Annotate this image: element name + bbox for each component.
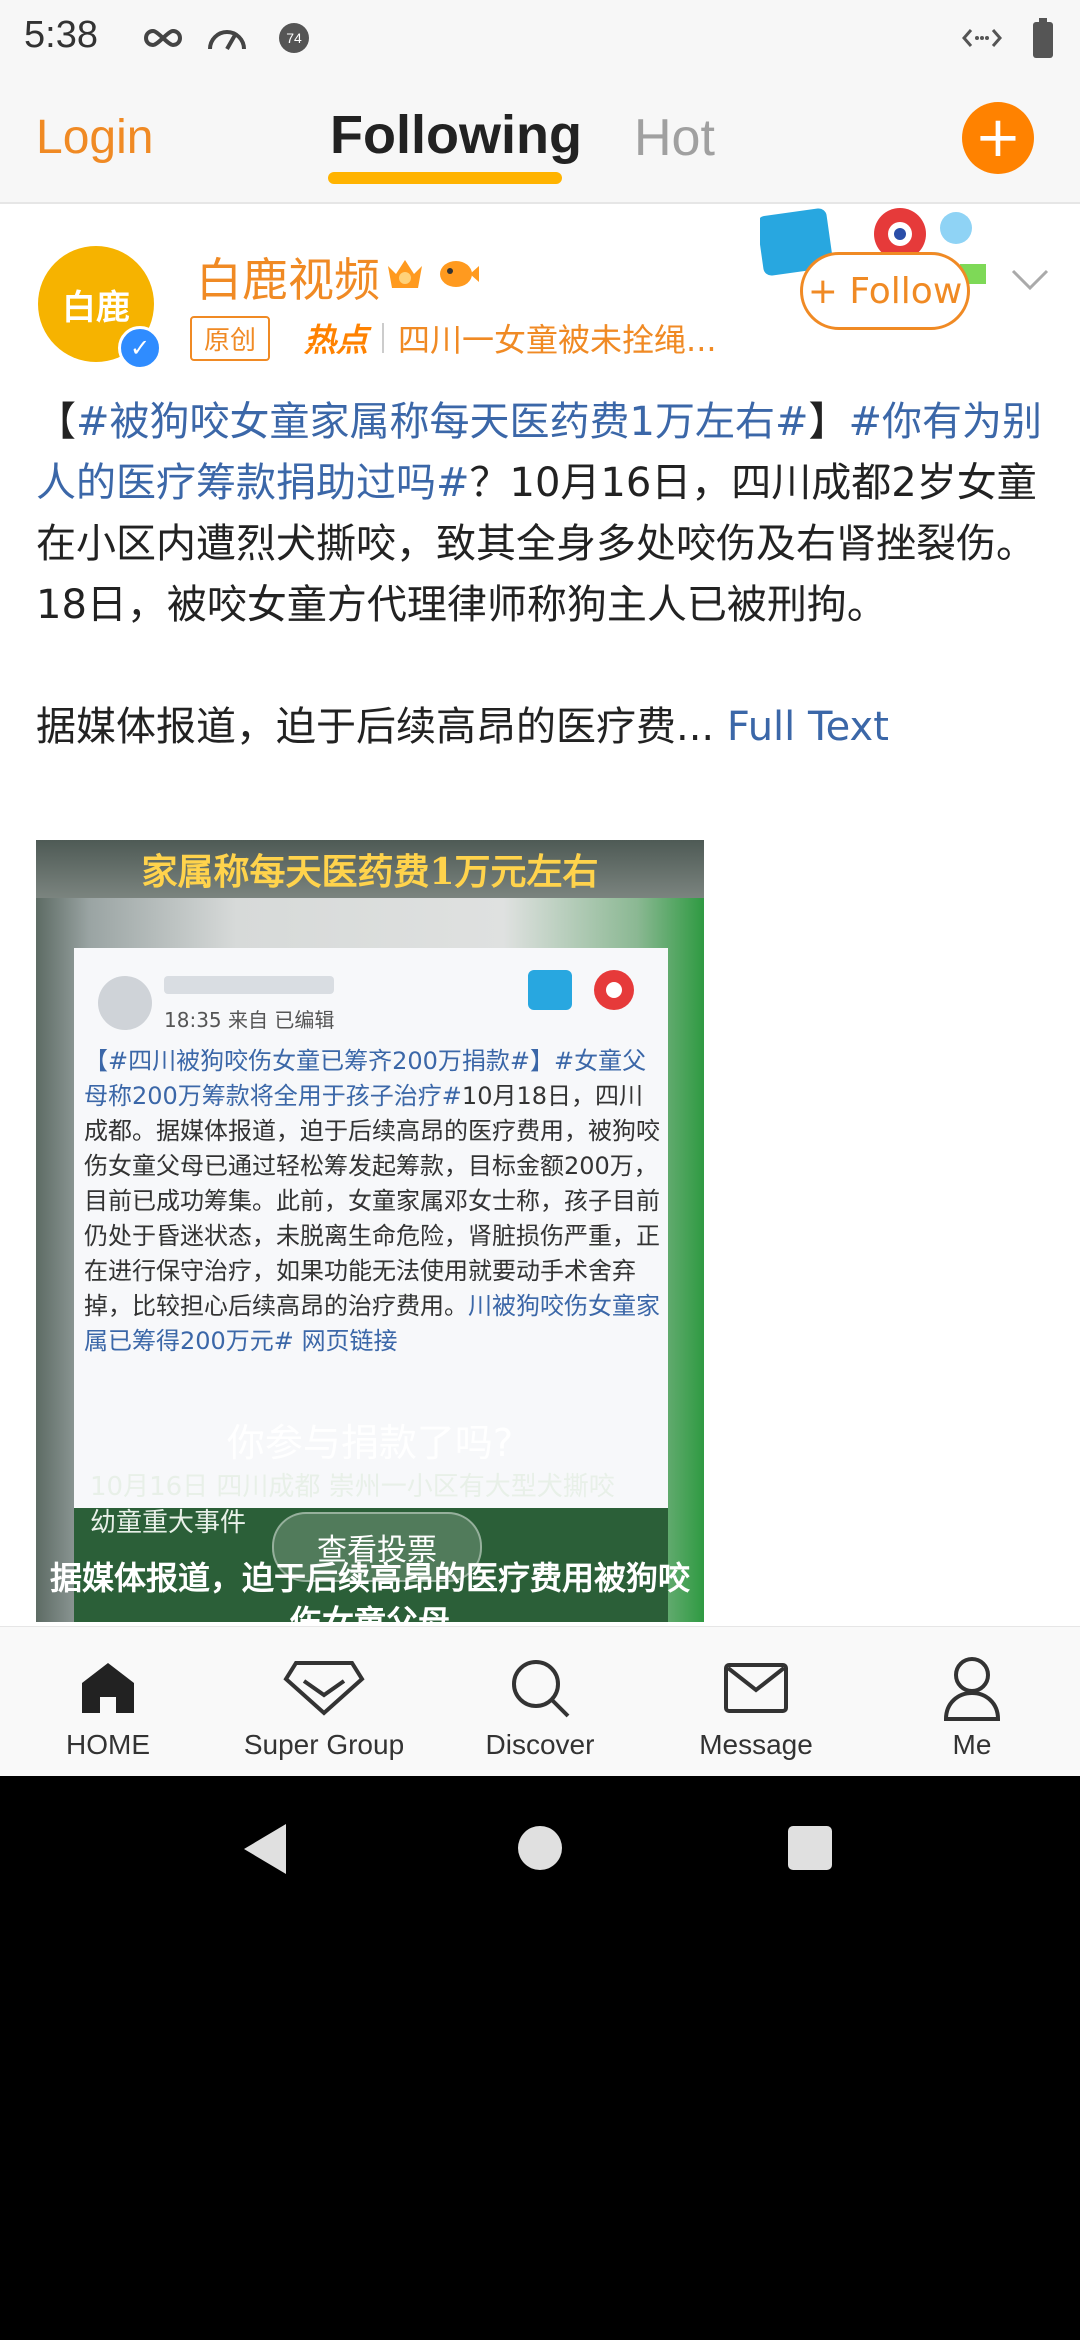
username[interactable]: 白鹿视频 [196,244,380,310]
nav-super-group[interactable]: Super Group [224,1653,424,1761]
lower-text-1: 10月16日 四川成都 崇州一小区有大型犬撕咬 [90,1472,615,1502]
system-nav-bar [0,1776,1080,1926]
infinity-icon [140,18,186,58]
vote-question: 你参与捐款了吗? [226,1421,514,1465]
topic-link[interactable]: #被狗咬女童家属称每天医药费1万左右# [76,399,808,445]
nav-me[interactable]: Me [872,1653,1072,1761]
nav-label: Super Group [243,1729,405,1760]
nav-discover[interactable]: Discover [440,1653,640,1761]
login-link[interactable]: Login [36,110,153,165]
card-body: 10月18日，四川成都。据媒体报道，迫于后续高昂的医疗费用，被狗咬伤女童父母已通… [84,1082,660,1320]
compose-button[interactable]: + [962,102,1034,174]
verified-icon: ✓ [118,326,162,370]
chevron-down-icon[interactable] [1010,266,1050,294]
speedometer-icon [204,18,250,58]
nav-home[interactable]: HOME [8,1653,208,1761]
recents-icon[interactable] [786,1824,834,1872]
data-transfer-icon [960,18,1004,58]
media-top-caption: 家属称每天医药费1万元左右 [36,840,704,898]
post-body-2: 据媒体报道，迫于后续高昂的医疗费... [36,704,715,750]
follow-button[interactable]: + Follow [800,252,970,330]
bracket-close: 】 [808,399,849,445]
fish-badge-icon [440,261,479,287]
nav-label: HOME [66,1729,150,1760]
hot-label: 热点 [304,321,369,359]
post-text: 【#被狗咬女童家属称每天医药费1万左右#】#你有为别人的医疗筹款捐助过吗#？10… [36,392,1046,758]
lower-text-2: 幼童重大事件 [90,1508,247,1538]
home-icon [82,1663,134,1713]
bracket-open: 【 [36,399,76,445]
tab-active-indicator [328,172,562,184]
tab-hot[interactable]: Hot [634,108,715,168]
card-decoration-icon [528,970,634,1010]
hot-topic-link[interactable]: 四川一女童被未拴绳... [398,315,717,361]
person-icon [943,1657,1001,1721]
notification-badge-icon: 74 [276,18,312,58]
status-time: 5:38 [24,14,98,56]
home-circle-icon[interactable] [516,1824,564,1872]
full-text-link[interactable]: Full Text [727,704,889,750]
bottom-nav: HOME Super Group Discover Message Me [0,1626,1080,1776]
card-meta: 18:35 来自 已编辑 [164,1008,335,1032]
crown-badge-icon [388,260,422,288]
card-header: 18:35 来自 已编辑 [98,966,658,1036]
original-tag: 原创 [190,315,271,361]
search-icon [512,1660,570,1718]
mail-icon [724,1663,788,1713]
weibo-app: 5:38 74 Login Following Hot + 白鹿 ✓ 白鹿视频 … [0,0,1080,1776]
card-text: 【#四川被狗咬伤女童已筹齐200万捐款#】#女童父母称200万筹款将全用于孩子治… [84,1044,660,1359]
tab-following[interactable]: Following [330,104,582,166]
battery-icon [1030,18,1056,58]
post-media[interactable]: 家属称每天医药费1万元左右 18:35 来自 已编辑 【#四川被狗咬伤女童已筹齐… [36,840,704,1622]
badge-number: 74 [286,30,302,46]
media-bottom-caption: 据媒体报道，迫于后续高昂的医疗费用被狗咬伤女童父母 [49,1559,690,1622]
nav-label: Me [952,1729,992,1760]
plus-icon: + [974,105,1022,170]
card-link: 网页链接 [301,1327,398,1355]
card-username-blur [164,976,334,994]
nav-message[interactable]: Message [656,1653,856,1761]
nav-label: Message [699,1729,813,1760]
back-icon[interactable] [240,1820,292,1878]
card-avatar [98,976,152,1030]
nav-label: Discover [485,1729,595,1760]
diamond-icon [283,1661,365,1716]
avatar-text: 白鹿 [62,287,130,328]
meta-divider [382,323,385,353]
status-bar: 5:38 74 [0,0,1080,76]
post-meta: 原创 热点 四川一女童被未拴绳... [190,314,717,362]
top-bar: Login Following Hot + [0,76,1080,204]
